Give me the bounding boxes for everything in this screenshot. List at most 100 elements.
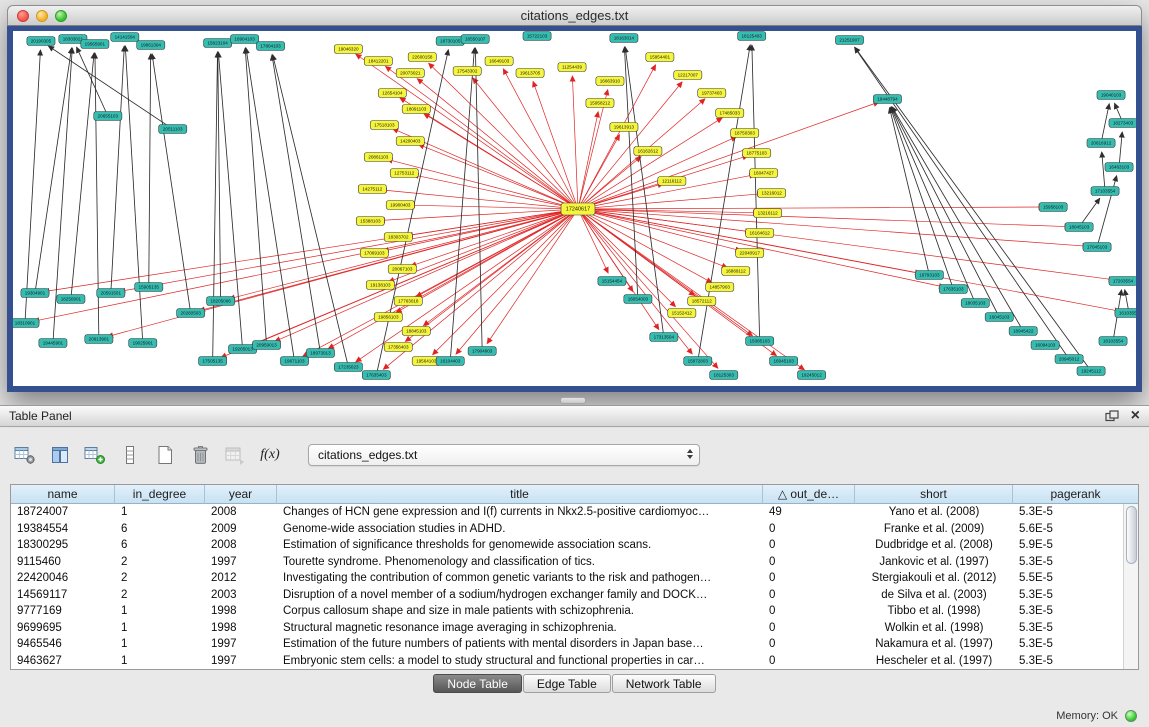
table-row[interactable]: 977716911998Corpus callosum shape and si… — [11, 603, 1123, 620]
graph-node[interactable]: 19445901 — [39, 339, 67, 348]
graph-node[interactable]: 20591501 — [97, 289, 125, 298]
table-cell[interactable]: Investigating the contribution of common… — [277, 570, 763, 587]
table-cell[interactable]: 0 — [763, 636, 855, 653]
graph-node[interactable]: 16094103 — [1031, 341, 1059, 350]
table-cell[interactable]: 49 — [763, 504, 855, 521]
graph-node[interactable]: 18845103 — [402, 327, 430, 336]
table-cell[interactable]: 9699695 — [11, 620, 115, 637]
graph-node[interactable]: 20190305 — [27, 37, 55, 46]
graph-node[interactable]: 20260503 — [177, 309, 205, 318]
graph-node[interactable]: 18163014 — [610, 34, 638, 43]
graph-node[interactable]: 20945012 — [1055, 355, 1083, 364]
graph-node[interactable]: 14857903 — [706, 283, 734, 292]
table-cell[interactable]: 5.3E-5 — [1013, 620, 1123, 637]
table-cell[interactable]: 5.9E-5 — [1013, 537, 1123, 554]
column-header-short[interactable]: short — [855, 485, 1013, 504]
hide-columns-icon[interactable] — [117, 442, 143, 468]
graph-node[interactable]: 18045103 — [1065, 223, 1093, 232]
graph-node[interactable]: 15872803 — [684, 357, 712, 366]
minimize-window-button[interactable] — [36, 10, 48, 22]
column-header-in_degree[interactable]: in_degree — [115, 485, 205, 504]
graph-node[interactable]: 21251907 — [835, 36, 863, 45]
graph-node[interactable]: 17763018 — [394, 297, 422, 306]
table-row[interactable]: 969969511998Structural magnetic resonanc… — [11, 620, 1123, 637]
graph-node[interactable]: 12217007 — [674, 71, 702, 80]
table-cell[interactable]: 5.5E-5 — [1013, 570, 1123, 587]
table-cell[interactable]: Jankovic et al. (1997) — [855, 554, 1013, 571]
table-cell[interactable]: 0 — [763, 587, 855, 604]
graph-node[interactable]: 11254439 — [558, 63, 586, 72]
create-column-icon[interactable] — [152, 442, 178, 468]
table-cell[interactable]: 1 — [115, 504, 205, 521]
graph-node[interactable]: 17505135 — [199, 357, 227, 366]
graph-node[interactable]: 19245012 — [798, 371, 826, 380]
graph-node[interactable]: 15152412 — [668, 309, 696, 318]
graph-node[interactable]: 18775103 — [743, 149, 771, 158]
select-columns-icon[interactable] — [47, 442, 73, 468]
graph-node[interactable]: 15823104 — [204, 39, 232, 48]
graph-node[interactable]: 18572112 — [688, 297, 716, 306]
table-cell[interactable]: 2 — [115, 554, 205, 571]
graph-node[interactable]: 16463103 — [1105, 163, 1133, 172]
table-cell[interactable]: 0 — [763, 653, 855, 670]
graph-node[interactable]: 14141504 — [111, 33, 139, 42]
table-cell[interactable]: 2012 — [205, 570, 277, 587]
table-cell[interactable]: 5.3E-5 — [1013, 504, 1123, 521]
table-cell[interactable]: 22420046 — [11, 570, 115, 587]
graph-node[interactable]: 16663910 — [596, 77, 624, 86]
tab-network-table[interactable]: Network Table — [612, 674, 716, 693]
panel-splitter-handle[interactable] — [560, 397, 586, 404]
graph-node[interactable]: 18730105 — [436, 37, 464, 46]
table-cell[interactable]: 18300295 — [11, 537, 115, 554]
close-panel-icon[interactable]: × — [1131, 410, 1140, 422]
graph-node[interactable]: 12753112 — [390, 169, 418, 178]
graph-node[interactable]: 19040103 — [1097, 91, 1125, 100]
graph-node[interactable]: 19025901 — [129, 339, 157, 348]
table-row[interactable]: 911546021997Tourette syndrome. Phenomeno… — [11, 554, 1123, 571]
graph-node[interactable]: 16793103 — [915, 271, 943, 280]
graph-node[interactable]: 15958103 — [1039, 203, 1067, 212]
zoom-window-button[interactable] — [55, 10, 67, 22]
table-cell[interactable]: 0 — [763, 554, 855, 571]
table-cell[interactable]: 0 — [763, 570, 855, 587]
graph-node[interactable]: 18273403 — [1109, 119, 1136, 128]
network-graph-canvas[interactable]: 2019030518303021195659011414150419861304… — [13, 31, 1136, 386]
tab-edge-table[interactable]: Edge Table — [523, 674, 611, 693]
graph-node[interactable]: 18103554 — [1099, 337, 1127, 346]
table-cell[interactable]: 2003 — [205, 587, 277, 604]
table-cell[interactable]: 0 — [763, 521, 855, 538]
graph-node[interactable]: 12116112 — [658, 177, 686, 186]
graph-node[interactable]: 16045103 — [985, 313, 1013, 322]
graph-node[interactable]: 18750303 — [731, 129, 759, 138]
graph-node[interactable]: 18035103 — [961, 299, 989, 308]
table-cell[interactable]: Genome-wide association studies in ADHD. — [277, 521, 763, 538]
graph-node[interactable]: 16164612 — [746, 229, 774, 238]
close-window-button[interactable] — [17, 10, 29, 22]
graph-node[interactable]: 20616912 — [1087, 139, 1115, 148]
graph-node[interactable]: 19856103 — [374, 313, 402, 322]
graph-node[interactable]: 18945422 — [1009, 327, 1037, 336]
graph-node[interactable]: 19304901 — [21, 289, 49, 298]
show-all-columns-icon[interactable] — [82, 442, 108, 468]
table-cell[interactable]: 5.3E-5 — [1013, 603, 1123, 620]
table-cell[interactable]: 1 — [115, 636, 205, 653]
graph-node[interactable]: 19565901 — [81, 40, 109, 49]
graph-node[interactable]: 17485033 — [716, 109, 744, 118]
graph-node[interactable]: 17635103 — [939, 285, 967, 294]
table-cell[interactable]: Nakamura et al. (1997) — [855, 636, 1013, 653]
graph-node[interactable]: 20073021 — [396, 69, 424, 78]
tab-node-table[interactable]: Node Table — [433, 674, 522, 693]
table-cell[interactable]: Franke et al. (2009) — [855, 521, 1013, 538]
table-cell[interactable]: de Silva et al. (2003) — [855, 587, 1013, 604]
table-cell[interactable]: 6 — [115, 537, 205, 554]
table-cell[interactable]: 5.3E-5 — [1013, 554, 1123, 571]
column-header-title[interactable]: title — [277, 485, 763, 504]
table-cell[interactable]: 14569117 — [11, 587, 115, 604]
scrollbar-thumb[interactable] — [1126, 506, 1137, 564]
graph-node[interactable]: 19613913 — [610, 123, 638, 132]
graph-node[interactable]: 19861304 — [137, 41, 165, 50]
graph-node[interactable]: 16869112 — [722, 267, 750, 276]
table-cell[interactable]: 1998 — [205, 603, 277, 620]
graph-node[interactable]: 19900403 — [386, 201, 414, 210]
graph-node[interactable]: 12654104 — [378, 89, 406, 98]
